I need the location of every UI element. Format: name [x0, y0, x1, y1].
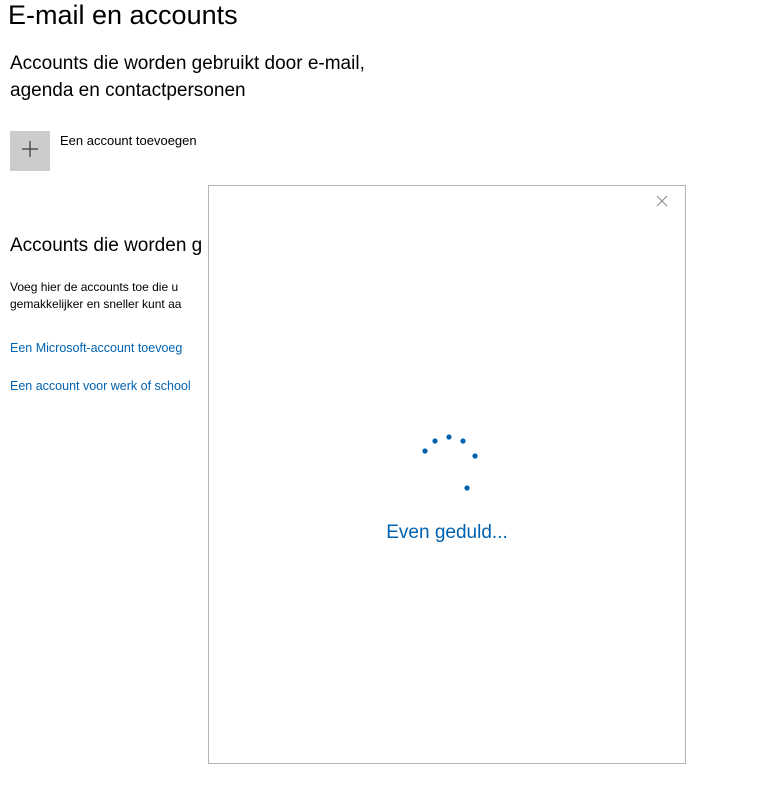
other-accounts-heading: Accounts die worden g — [10, 235, 203, 256]
add-account-dialog: Even geduld... — [208, 185, 686, 764]
close-icon — [656, 194, 668, 212]
add-account-button[interactable] — [10, 131, 50, 171]
loading-spinner-icon — [417, 432, 481, 496]
page-title: E-mail en accounts — [8, 0, 238, 30]
add-microsoft-account-link[interactable]: Een Microsoft-account toevoeg — [10, 341, 182, 355]
settings-page: E-mail en accounts Accounts die worden g… — [0, 0, 757, 800]
add-work-school-account-link[interactable]: Een account voor werk of school — [10, 379, 191, 393]
email-accounts-heading: Accounts die worden gebruikt door e-mail… — [10, 53, 365, 101]
plus-icon — [21, 140, 39, 163]
wait-message: Even geduld... — [386, 522, 508, 543]
add-account-label[interactable]: Een account toevoegen — [60, 133, 197, 148]
close-button[interactable] — [653, 194, 671, 212]
